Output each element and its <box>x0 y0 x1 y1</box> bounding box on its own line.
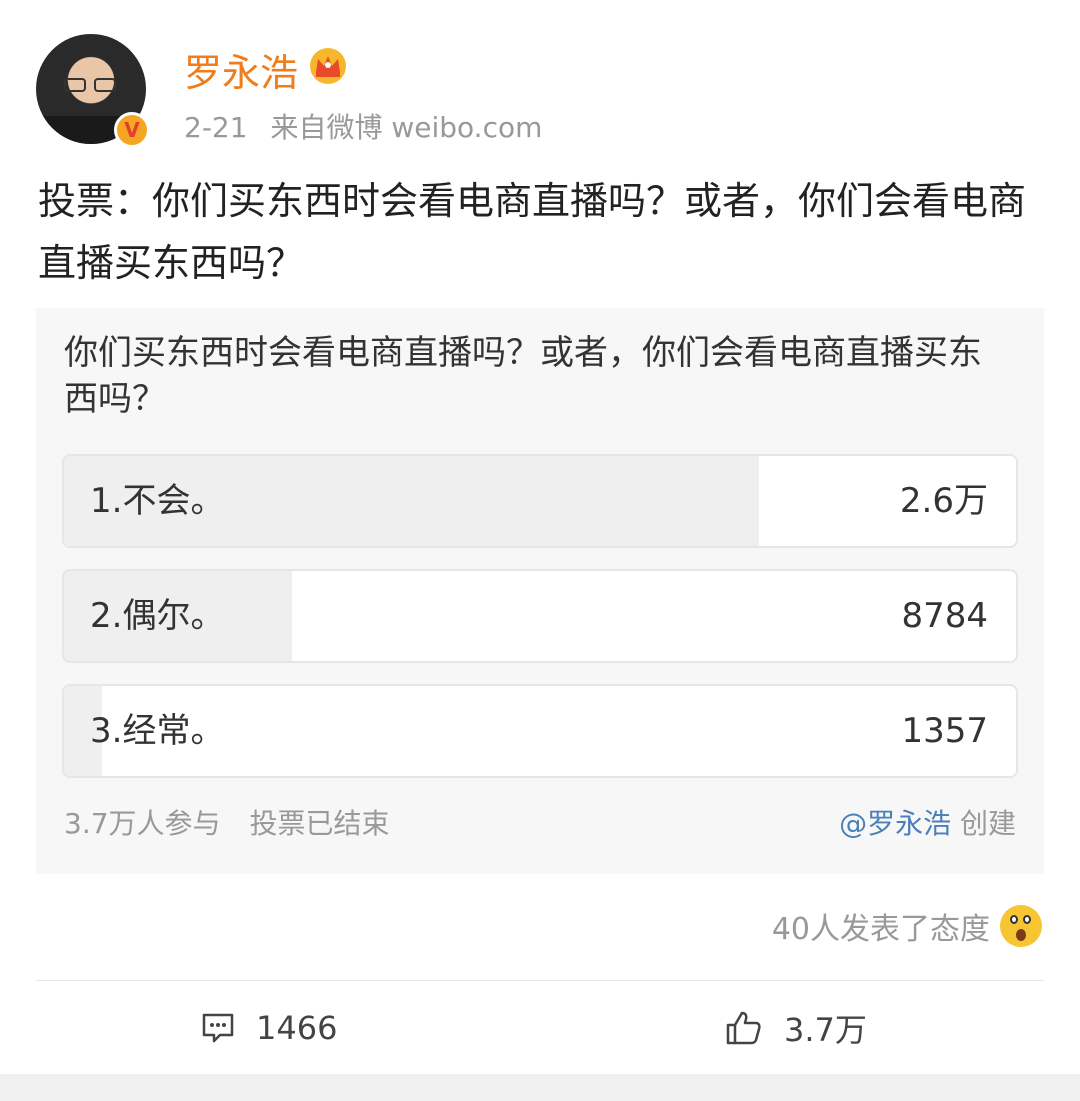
verified-v-icon: V <box>114 112 150 148</box>
poll-option-3[interactable]: 3.经常。 1357 <box>62 684 1018 778</box>
poll-option-3-label: 3.经常。 <box>90 711 225 751</box>
poll-participants: 3.7万人参与 <box>64 807 221 840</box>
surprised-emoji-icon <box>1000 905 1042 947</box>
poll-question: 你们买东西时会看电商直播吗？或者，你们会看电商直播买东西吗？ <box>64 333 982 419</box>
poll-option-2[interactable]: 2.偶尔。 8784 <box>62 569 1018 663</box>
poll-option-1-label: 1.不会。 <box>90 481 225 521</box>
username[interactable]: 罗永浩 <box>184 42 298 97</box>
comment-icon <box>202 1013 234 1043</box>
post-meta: 2-21 来自微博 weibo.com <box>184 106 542 146</box>
poll-created-label: 创建 <box>959 807 1016 840</box>
thumbs-up-icon <box>726 1011 761 1045</box>
poll-card[interactable]: 你们买东西时会看电商直播吗？或者，你们会看电商直播买东西吗？ 1.不会。 2.6… <box>36 308 1044 874</box>
divider <box>36 980 1044 981</box>
crown-icon[interactable] <box>308 46 348 86</box>
like-count: 3.7万 <box>784 1011 867 1049</box>
reactions-text: 40人发表了态度 <box>771 912 990 947</box>
action-bar: 1466 3.7万 <box>0 1000 1080 1056</box>
glasses-detail <box>64 78 118 92</box>
like-button[interactable]: 3.7万 <box>724 1000 867 1056</box>
bottom-bar <box>0 1074 1080 1101</box>
poll-option-1-count: 2.6万 <box>899 481 988 521</box>
reactions-summary[interactable]: 40人发表了态度 <box>772 904 1042 948</box>
poll-option-3-count: 1357 <box>901 711 988 751</box>
poll-creator-link[interactable]: @罗永浩 <box>839 807 951 840</box>
poll-option-2-count: 8784 <box>901 596 988 636</box>
comment-button[interactable]: 1466 <box>200 1000 337 1056</box>
poll-footer: 3.7万人参与 投票已结束 @罗永浩 创建 <box>64 802 1016 842</box>
post-text: 投票：你们买东西时会看电商直播吗？或者，你们会看电商直播买东西吗？ <box>38 179 1027 285</box>
post-source[interactable]: 来自微博 weibo.com <box>270 111 542 144</box>
post-date: 2-21 <box>184 111 248 144</box>
poll-option-1[interactable]: 1.不会。 2.6万 <box>62 454 1018 548</box>
poll-status: 投票已结束 <box>249 807 390 840</box>
poll-option-2-label: 2.偶尔。 <box>90 596 225 636</box>
comment-count: 1466 <box>256 1009 338 1047</box>
post-header: V 罗永浩 2-21 来自微博 weibo.com <box>36 34 1046 148</box>
